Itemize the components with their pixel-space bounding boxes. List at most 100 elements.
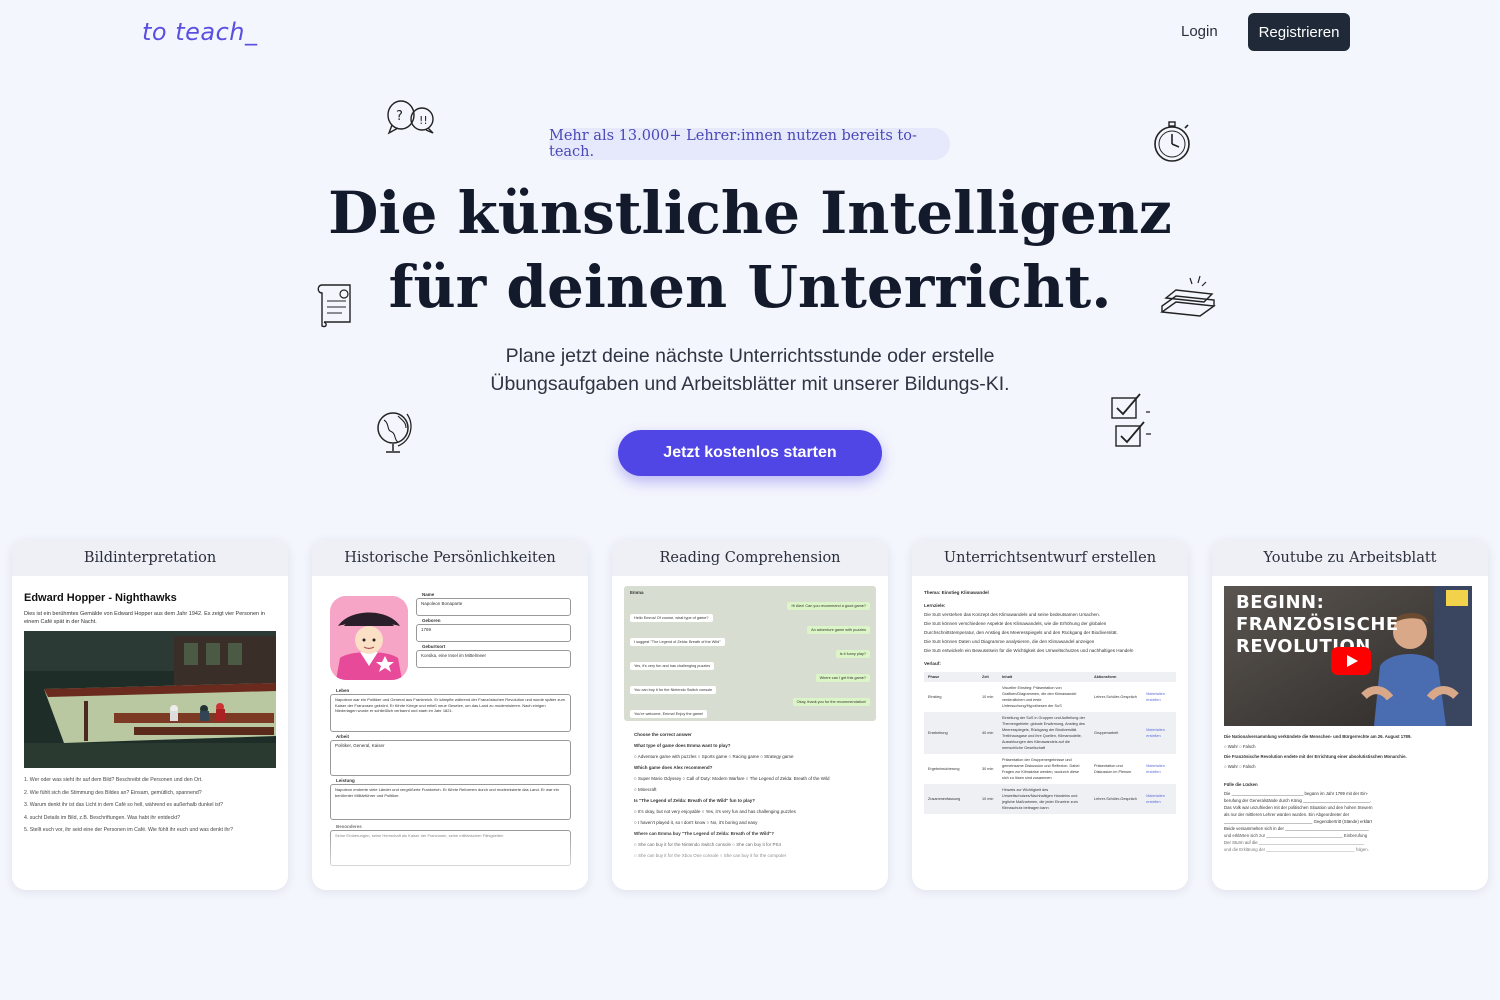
login-link[interactable]: Login (1181, 23, 1218, 40)
goal-item: Die SuS können verschiedene Aspekte des … (924, 621, 1107, 626)
field-work: Politiker, General, Kaiser (330, 740, 571, 776)
card-title: Reading Comprehension (612, 540, 888, 576)
question-item: 1. Wer oder was sieht ihr auf dem Bild? … (24, 777, 203, 783)
chat-message: Where can I get this game? (815, 674, 870, 682)
plan-label: Verlauf: (924, 661, 941, 666)
chat-message: Okay, thank you for the recommendation! (792, 698, 870, 706)
worksheet-intro: Dies ist ein berühmtes Gemälde von Edwar… (24, 611, 265, 625)
user-count-badge: Mehr als 13.000+ Lehrer:innen nutzen ber… (549, 128, 950, 160)
checklist-icon (1111, 393, 1151, 447)
youtube-play-icon[interactable] (1331, 647, 1371, 675)
card-title: Historische Persönlichkeiten (312, 540, 588, 576)
field-label-achievement: Leistung (336, 778, 355, 783)
feature-card-youtube-arbeitsblatt[interactable]: Youtube zu Arbeitsblatt BEGINN: FRANZÖSI… (1212, 540, 1488, 890)
card-preview: Emma Hi Alex! Can you recommend a good g… (612, 576, 888, 890)
worksheet-line: als nur der mittleren Lehrer würden wurd… (1224, 812, 1350, 817)
register-button[interactable]: Registrieren (1248, 13, 1350, 51)
quiz-question: Which game does Alex recommend? (634, 765, 713, 770)
question-list: 1. Wer oder was sieht ihr auf dem Bild? … (24, 774, 276, 837)
worksheet-line: berufung der Generalstände durch König _… (1224, 798, 1372, 803)
cell-phase: Zusammenfassung (924, 784, 978, 814)
column-header: Zeit (978, 672, 998, 682)
cell-content: Hinweis zur Wichtigkeit des Umweltschutz… (998, 784, 1090, 814)
stopwatch-icon (1154, 121, 1190, 162)
chat-message: Hi Alex! Can you recommend a good game? (787, 602, 870, 610)
start-free-button[interactable]: Jetzt kostenlos starten (618, 430, 882, 476)
cell-time: 30 min (982, 767, 994, 771)
quiz-preview: Choose the correct answer What type of g… (624, 729, 876, 861)
quiz-options: ○ She can buy it for the Xbox One consol… (634, 853, 787, 858)
worksheet-line: ○ Wahr ○ Falsch (1224, 744, 1256, 749)
create-materials-link[interactable]: Materialien erstellen (1142, 682, 1176, 712)
cell-phase: Erarbeitung (924, 712, 978, 754)
create-materials-link[interactable]: Materialien erstellen (1142, 784, 1176, 814)
card-preview: Name Napoleon Bonaparte Geboren 1769 Geb… (312, 576, 588, 890)
cell-content: Einteilung der SuS in Gruppen und Auftei… (998, 712, 1090, 754)
field-achievement: Napoleon eroberte viele Länder und vergr… (330, 784, 571, 820)
worksheet-line: und erklärten sich zur _________________… (1224, 833, 1368, 838)
chat-contact-name: Emma (630, 590, 644, 595)
goal-item: Die SuS können Daten und Diagramme analy… (924, 639, 1095, 644)
quiz-options: ○ She can buy it for the Nintendo Switch… (634, 842, 782, 847)
quiz-options: ○ I haven't played it, so I don't know ○… (634, 820, 758, 825)
thumbnail-line: REVOLUTION (1236, 636, 1371, 657)
goal-item: Die SuS entwickeln ein Bewusstsein für d… (924, 648, 1134, 653)
cell-form: Lehrer-Schüler-Gespräch (1090, 784, 1143, 814)
headline-line-1: Die künstliche Intelligenz (328, 179, 1172, 247)
chat-preview: Emma Hi Alex! Can you recommend a good g… (624, 586, 876, 721)
column-header: Phase (924, 672, 978, 682)
lesson-plan-table: Phase Zeit Inhalt Aktionsform Einstieg 1… (924, 672, 1176, 814)
quiz-options: ○ It's okay, but not very enjoyable ○ Ye… (634, 809, 796, 814)
field-label-name: Name (422, 592, 435, 597)
cell-phase: Ergebnissicherung (928, 767, 960, 771)
cell-form: Lehrer-Schüler-Gespräch (1094, 695, 1137, 699)
worksheet-preview: Die Nationalversammlung verkündete die M… (1224, 732, 1476, 853)
logo[interactable]: to teach_ (142, 18, 258, 46)
question-item: 3. Warum denkt ihr ist das Licht in dem … (24, 802, 224, 808)
table-row: Einstieg 10 min Visueller Einstieg: Präs… (924, 682, 1176, 712)
feature-card-historische-persoenlichkeiten[interactable]: Historische Persönlichkeiten Name Napole… (312, 540, 588, 890)
lesson-topic: Thema: Einstieg Klimawandel (924, 590, 989, 595)
goal-item: Die SuS verstehen das Konzept des Klimaw… (924, 612, 1100, 617)
field-label-work: Arbeit (336, 734, 350, 739)
create-materials-link[interactable]: Materialien erstellen (1142, 712, 1176, 754)
question-item: 5. Stellt euch vor, ihr seid eine der Pe… (24, 827, 234, 833)
chat-message: You can buy it for the Nintendo Switch c… (630, 686, 717, 694)
question-item: 4. sucht Details im Bild, z.B. Beschrift… (24, 814, 181, 821)
worksheet-line (1224, 772, 1476, 780)
nighthawks-painting (24, 631, 276, 768)
card-preview: Thema: Einstieg Klimawandel Lernziele: D… (912, 576, 1188, 890)
worksheet-line: Das Volk war unzufrieden mit der politis… (1224, 805, 1373, 810)
video-thumbnail[interactable]: BEGINN: FRANZÖSISCHE REVOLUTION (1224, 586, 1472, 726)
feature-card-reading-comprehension[interactable]: Reading Comprehension Emma Hi Alex! Can … (612, 540, 888, 890)
quiz-question: Where can Emma buy "The Legend of Zelda:… (634, 831, 774, 836)
quiz-question: Is "The Legend of Zelda: Breath of the W… (634, 798, 755, 803)
svg-text:!!: !! (419, 114, 428, 127)
question-item: 2. Wie fühlt sich die Stimmung des Bilde… (24, 789, 202, 796)
cell-time: 40 min (978, 712, 998, 754)
svg-text:?: ? (396, 109, 403, 124)
cell-time: 10 min (978, 784, 998, 814)
cell-phase: Einstieg (928, 695, 942, 699)
field-life: Napoleon war ein Politiker und General a… (330, 694, 571, 732)
card-title: Bildinterpretation (12, 540, 288, 576)
worksheet-line: Die ______________________________ began… (1224, 791, 1369, 796)
column-header (1142, 672, 1176, 682)
worksheet-line: Die Französische Revolution endete mit d… (1224, 754, 1407, 759)
cell-form: Gruppenarbeit (1090, 712, 1143, 754)
cell-content: Visueller Einstieg: Präsentation von Gra… (1002, 686, 1077, 708)
goals-label: Lernziele: (924, 603, 946, 608)
chat-message: I suggest "The Legend of Zelda: Breath o… (630, 638, 725, 646)
thumbnail-line: BEGINN: (1236, 592, 1325, 613)
chat-message: You're welcome, Emma! Enjoy the game! (630, 710, 708, 718)
card-title: Unterrichtsentwurf erstellen (912, 540, 1188, 576)
chat-bubbles-icon: ? !! (387, 100, 434, 135)
worksheet-line: ○ Wahr ○ Falsch (1224, 764, 1256, 769)
feature-card-bildinterpretation[interactable]: Bildinterpretation Edward Hopper - Night… (12, 540, 288, 890)
create-materials-link[interactable]: Materialien erstellen (1142, 754, 1176, 784)
field-name: Napoleon Bonaparte (416, 598, 571, 616)
subline-line-2: Übungsaufgaben und Arbeitsblätter mit un… (490, 373, 1010, 395)
feature-card-unterrichtsentwurf[interactable]: Unterrichtsentwurf erstellen Thema: Eins… (912, 540, 1188, 890)
subline-line-1: Plane jetzt deine nächste Unterrichtsstu… (505, 345, 995, 367)
globe-icon (377, 412, 412, 453)
